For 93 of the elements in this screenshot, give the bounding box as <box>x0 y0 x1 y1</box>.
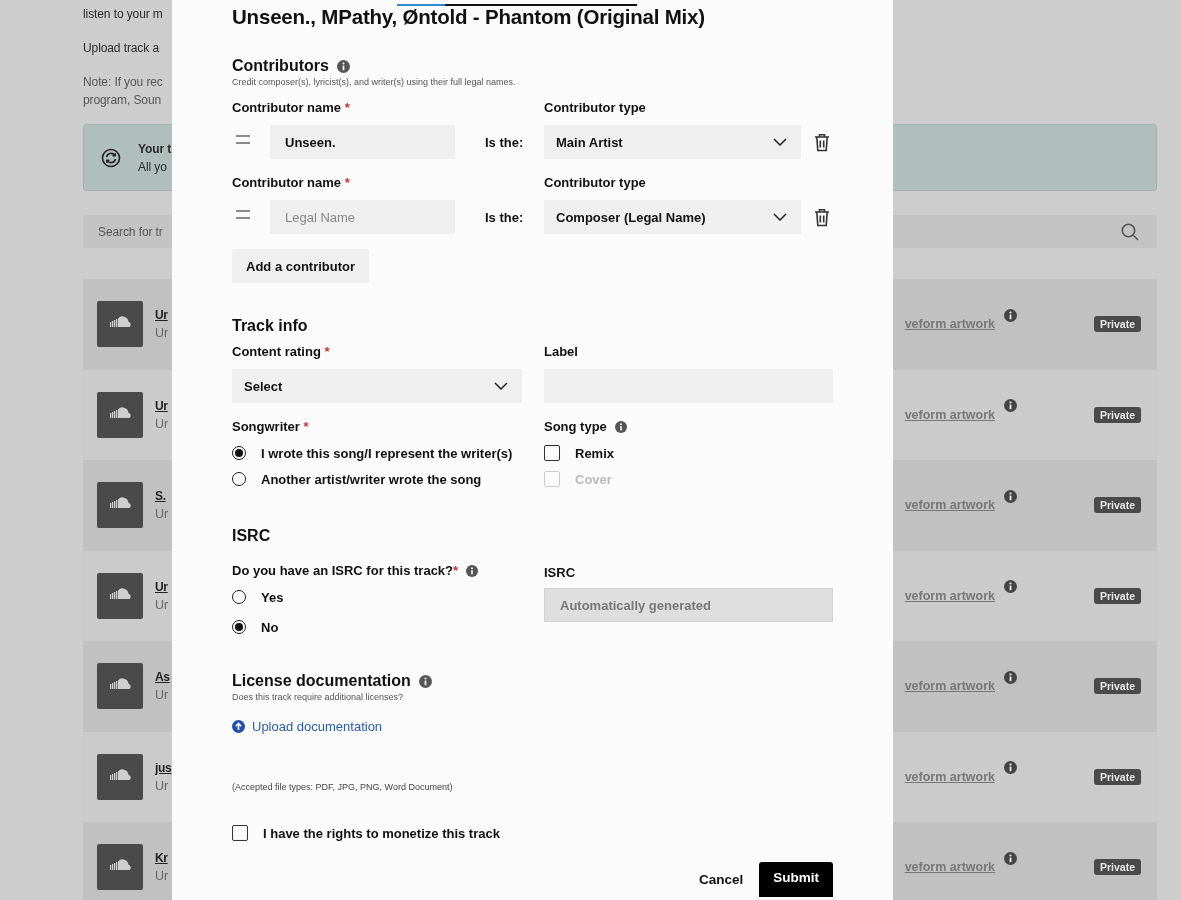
name-input[interactable]: Unseen. <box>270 125 455 159</box>
field-label: ISRC <box>544 565 577 581</box>
contributor-type-select[interactable]: Main Artist <box>544 125 801 159</box>
track-title[interactable]: Kr <box>155 849 168 868</box>
search-icon[interactable] <box>1121 222 1139 241</box>
submit-button[interactable]: Submit <box>759 862 833 897</box>
info-icon <box>1003 580 1017 594</box>
banner-title: Your t <box>138 140 172 157</box>
field-label: Content rating * <box>232 344 331 360</box>
drag-handle-icon[interactable] <box>236 134 250 144</box>
cloud-icon <box>97 301 143 348</box>
section-heading: License documentation <box>232 671 411 691</box>
field-label: Contributor name * <box>232 175 351 191</box>
privacy-tag: Private <box>1093 768 1141 785</box>
trash-icon[interactable] <box>814 132 830 152</box>
section-subtitle: Credit composer(s), lyricist(s), and writer(s) using their full legal names. <box>232 76 517 88</box>
chevron-down-icon <box>773 213 787 221</box>
search-placeholder: Search for tr <box>98 224 163 239</box>
track-artist: Ur <box>155 506 169 524</box>
field-label: Song type <box>544 419 607 435</box>
privacy-tag: Private <box>1093 678 1141 695</box>
banner-text: All yo <box>138 158 167 175</box>
privacy-tag: Private <box>1093 497 1141 514</box>
track-title[interactable]: jus <box>155 758 172 777</box>
chevron-down-icon <box>494 382 508 390</box>
note-text: Note: If you rec <box>83 74 163 91</box>
contributor-type-select[interactable]: Composer (Legal Name) <box>544 200 801 234</box>
section-subtitle: Does this track require additional licenses? <box>232 691 405 703</box>
checkbox[interactable] <box>232 825 248 841</box>
note-text: program, Soun <box>83 92 162 109</box>
section-heading: ISRC <box>232 526 271 546</box>
content-rating-select[interactable]: Select <box>232 369 522 403</box>
info-icon <box>1003 399 1017 413</box>
checkbox[interactable] <box>544 445 560 461</box>
track-title[interactable]: Ur <box>155 577 168 596</box>
cloud-icon <box>97 482 143 529</box>
is-the-label: Is the: <box>484 134 525 150</box>
cloud-icon <box>97 844 143 891</box>
field-label: Contributor type <box>544 175 647 191</box>
track-title[interactable]: Ur <box>155 306 168 325</box>
is-the-label: Is the: <box>484 209 525 225</box>
track-artist: Ur <box>155 325 169 343</box>
option-label: Cover <box>575 471 612 487</box>
track-title[interactable]: S. <box>155 487 166 506</box>
upload-arrow-icon <box>232 720 245 733</box>
chevron-down-icon <box>773 138 787 146</box>
field-label: Do you have an ISRC for this track?* <box>232 563 459 579</box>
field-label: Songwriter * <box>232 419 310 435</box>
privacy-tag: Private <box>1093 587 1141 604</box>
info-icon <box>1003 489 1017 503</box>
track-artist: Ur <box>155 868 169 886</box>
info-icon <box>1003 308 1017 322</box>
info-icon <box>1003 851 1017 865</box>
sync-icon <box>101 147 121 168</box>
field-label: Contributor name * <box>232 100 351 116</box>
cloud-icon <box>97 663 143 710</box>
option-label: I wrote this song/I represent the writer(s) <box>261 445 513 461</box>
info-icon <box>614 421 627 433</box>
option-label: Yes <box>261 589 284 605</box>
info-icon <box>1003 670 1017 684</box>
dialog-title: Unseen., MPathy, Øntold - Phantom (Original Mix) <box>232 4 706 30</box>
intro-text: Upload track a <box>83 40 159 57</box>
cloud-icon <box>97 391 143 438</box>
privacy-tag: Private <box>1093 316 1141 333</box>
upload-link[interactable]: Upload documentation <box>232 719 383 734</box>
privacy-tag: Private <box>1093 859 1141 876</box>
track-artist: Ur <box>155 687 170 705</box>
option-label: Another artist/writer wrote the song <box>261 471 482 487</box>
add-contributor-button[interactable]: Add a contributor <box>232 249 370 283</box>
info-icon <box>336 59 350 73</box>
info-icon <box>466 565 479 577</box>
field-label: Label <box>544 344 579 360</box>
checkbox-label: I have the rights to monetize this track <box>263 825 500 841</box>
option-label: Remix <box>575 445 615 461</box>
cancel-button[interactable]: Cancel <box>696 866 746 893</box>
privacy-tag: Private <box>1093 406 1141 423</box>
intro-text: listen to your m <box>83 6 163 23</box>
info-icon <box>418 674 432 688</box>
trash-icon[interactable] <box>814 207 830 227</box>
cloud-icon <box>97 572 143 619</box>
cloud-icon <box>97 753 143 800</box>
section-heading: Track info <box>232 316 308 336</box>
track-title[interactable]: Ur <box>155 396 168 415</box>
track-artist: Ur <box>155 596 169 614</box>
track-artist: Ur <box>155 415 169 433</box>
field-label: Contributor type <box>544 100 647 116</box>
file-types-note: (Accepted file types: PDF, JPG, PNG, Word Document) <box>232 782 454 792</box>
info-icon <box>1003 761 1017 775</box>
track-title[interactable]: As <box>155 668 170 687</box>
track-artist: Ur <box>155 777 170 795</box>
section-heading: Contributors <box>232 56 329 76</box>
option-label: No <box>261 619 279 635</box>
drag-handle-icon[interactable] <box>236 209 250 219</box>
